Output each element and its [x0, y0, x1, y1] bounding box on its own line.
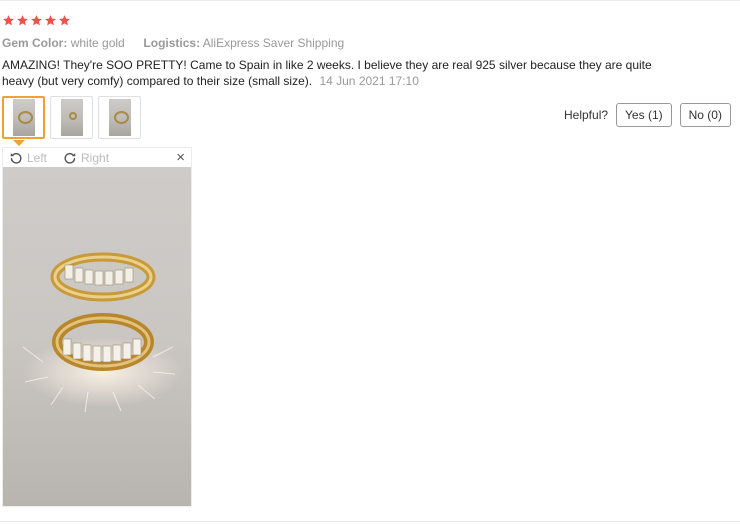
- review-date: 14 Jun 2021 17:10: [319, 74, 419, 88]
- rotate-left-label[interactable]: Left: [27, 151, 47, 165]
- review-meta: Gem Color: white gold Logistics: AliExpr…: [2, 36, 344, 50]
- star-icon: [17, 15, 28, 26]
- thumbnail-3[interactable]: [98, 96, 141, 139]
- star-icon: [31, 15, 42, 26]
- rotate-left-icon[interactable]: [9, 151, 23, 165]
- star-rating: [2, 14, 71, 27]
- thumbnail-2[interactable]: [50, 96, 93, 139]
- photo-thumbnails: [2, 96, 141, 139]
- gem-color-value: white gold: [70, 36, 125, 50]
- helpful-label: Helpful?: [564, 108, 609, 122]
- rotate-right-label[interactable]: Right: [81, 151, 109, 165]
- photo-viewer: Left Right ×: [2, 147, 192, 507]
- helpful-no-button[interactable]: No (0): [679, 103, 731, 127]
- viewer-toolbar: Left Right ×: [3, 148, 191, 167]
- top-divider: [0, 0, 740, 1]
- logistics-label: Logistics:: [143, 36, 201, 50]
- rotate-right-icon[interactable]: [63, 151, 77, 165]
- star-icon: [45, 15, 56, 26]
- helpful-yes-button[interactable]: Yes (1): [616, 103, 672, 127]
- review-photo: [3, 167, 191, 506]
- active-thumbnail-caret: [13, 140, 25, 146]
- helpful-vote: Helpful? Yes (1) No (0): [564, 103, 731, 127]
- gem-color-label: Gem Color:: [2, 36, 68, 50]
- star-icon: [3, 15, 14, 26]
- thumbnail-1[interactable]: [2, 96, 45, 139]
- review-body: AMAZING! They're SOO PRETTY! Came to Spa…: [2, 57, 652, 89]
- star-icon: [59, 15, 70, 26]
- close-icon[interactable]: ×: [176, 150, 185, 165]
- bottom-divider: [0, 521, 740, 522]
- logistics-value: AliExpress Saver Shipping: [202, 36, 345, 50]
